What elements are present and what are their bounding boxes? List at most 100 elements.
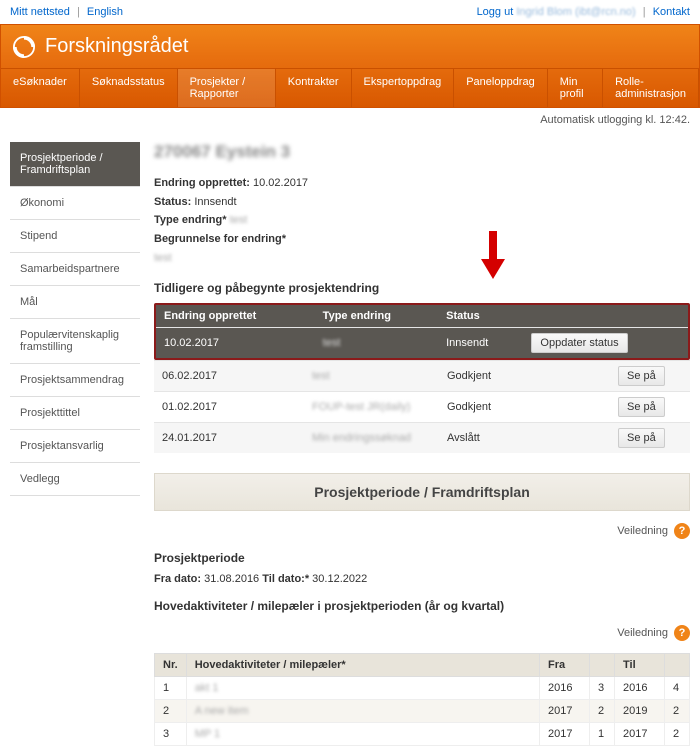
sidebar-item-sammendrag[interactable]: Prosjektsammendrag xyxy=(10,364,140,397)
link-kontakt[interactable]: Kontakt xyxy=(653,6,690,18)
col-til-y: Til xyxy=(615,654,665,677)
table-row: 2 A new item 2017 2 2019 2 xyxy=(155,700,690,723)
table-row: 06.02.2017 test Godkjent Se på xyxy=(154,361,690,392)
cell-nr: 3 xyxy=(155,723,187,746)
auto-logout-notice: Automatisk utlogging kl. 12:42. xyxy=(0,108,700,132)
cell-til-q: 2 xyxy=(665,700,690,723)
meta-endring-value: 10.02.2017 xyxy=(253,177,308,189)
sidebar-item-okonomi[interactable]: Økonomi xyxy=(10,187,140,220)
tab-soknadsstatus[interactable]: Søknadsstatus xyxy=(80,69,178,107)
fra-dato-label: Fra dato: xyxy=(154,573,201,585)
view-button[interactable]: Se på xyxy=(618,428,665,448)
cell-fra-y: 2017 xyxy=(540,700,590,723)
table-row: 1 akt 1 2016 3 2016 4 xyxy=(155,677,690,700)
table-row: 01.02.2017 FOUP-test JR(daily) Godkjent … xyxy=(154,392,690,423)
header-band: Forskningsrådet eSøknader Søknadsstatus … xyxy=(0,24,700,108)
cell-til-q: 2 xyxy=(665,723,690,746)
help-icon[interactable]: ? xyxy=(674,625,690,641)
cell-date: 01.02.2017 xyxy=(154,392,304,423)
tab-rolle-admin[interactable]: Rolle- administrasjon xyxy=(603,69,699,107)
sidebar-item-mal[interactable]: Mål xyxy=(10,286,140,319)
cell-til-y: 2017 xyxy=(615,723,665,746)
sidebar-item-prosjektperiode[interactable]: Prosjektperiode / Framdriftsplan xyxy=(10,142,140,187)
link-mitt-nettsted[interactable]: Mitt nettsted xyxy=(10,6,70,18)
milestones-title: Hovedaktiviteter / milepæler i prosjektp… xyxy=(154,599,690,613)
view-button[interactable]: Se på xyxy=(618,366,665,386)
col-status: Status xyxy=(438,305,523,328)
cell-status: Godkjent xyxy=(439,392,610,423)
meta-type-label: Type endring* xyxy=(154,214,227,226)
help-label: Veiledning xyxy=(617,627,668,639)
col-type: Type endring xyxy=(315,305,438,328)
cell-til-q: 4 xyxy=(665,677,690,700)
project-title: 270067 Eystein 3 xyxy=(154,142,690,162)
meta-status-label: Status: xyxy=(154,196,191,208)
cell-fra-y: 2016 xyxy=(540,677,590,700)
cell-status: Avslått xyxy=(439,423,610,454)
cell-date: 06.02.2017 xyxy=(154,361,304,392)
meta-type-value: test xyxy=(230,211,248,230)
cell-type: test xyxy=(323,337,341,349)
sidebar-item-samarbeidspartnere[interactable]: Samarbeidspartnere xyxy=(10,253,140,286)
milestones-table: Nr. Hovedaktiviteter / milepæler* Fra Ti… xyxy=(154,653,690,746)
period-title: Prosjektperiode xyxy=(154,551,690,565)
til-dato-label: Til dato:* xyxy=(262,573,309,585)
user-name: Ingrid Blom (ibt@rcn.no) xyxy=(516,6,635,18)
cell-status: Innsendt xyxy=(438,328,523,359)
tab-kontrakter[interactable]: Kontrakter xyxy=(276,69,352,107)
tab-paneloppdrag[interactable]: Paneloppdrag xyxy=(454,69,548,107)
til-dato-value: 30.12.2022 xyxy=(312,573,367,585)
col-fra-y: Fra xyxy=(540,654,590,677)
sidebar-item-ansvarlig[interactable]: Prosjektansvarlig xyxy=(10,430,140,463)
meta-begrunnelse-value: test xyxy=(154,249,172,268)
cell-fra-y: 2017 xyxy=(540,723,590,746)
tab-esoknader[interactable]: eSøknader xyxy=(1,69,80,107)
panel-title: Prosjektperiode / Framdriftsplan xyxy=(154,473,690,511)
table-row: 10.02.2017 test Innsendt Oppdater status xyxy=(156,328,688,359)
cell-date: 10.02.2017 xyxy=(156,328,315,359)
table-row: 24.01.2017 Min endringssøknad Avslått Se… xyxy=(154,423,690,454)
link-english[interactable]: English xyxy=(87,6,123,18)
cell-status: Godkjent xyxy=(439,361,610,392)
main-nav: eSøknader Søknadsstatus Prosjekter / Rap… xyxy=(1,68,699,107)
changes-table-rest: 06.02.2017 test Godkjent Se på 01.02.201… xyxy=(154,360,690,453)
tab-min-profil[interactable]: Min profil xyxy=(548,69,603,107)
cell-date: 24.01.2017 xyxy=(154,423,304,454)
cell-type: test xyxy=(312,370,330,382)
update-status-button[interactable]: Oppdater status xyxy=(531,333,627,353)
meta-begrunnelse-label: Begrunnelse for endring* xyxy=(154,233,286,245)
sidebar-item-vedlegg[interactable]: Vedlegg xyxy=(10,463,140,496)
callout-arrow-icon xyxy=(478,231,508,281)
sidebar: Prosjektperiode / Framdriftsplan Økonomi… xyxy=(10,142,140,746)
cell-nr: 2 xyxy=(155,700,187,723)
cell-fra-q: 1 xyxy=(590,723,615,746)
meta-endring-label: Endring opprettet: xyxy=(154,177,250,189)
cell-til-y: 2019 xyxy=(615,700,665,723)
content: 270067 Eystein 3 Endring opprettet: 10.0… xyxy=(154,142,690,746)
link-logg-ut[interactable]: Logg ut xyxy=(477,6,514,18)
col-nr: Nr. xyxy=(155,654,187,677)
help-icon[interactable]: ? xyxy=(674,523,690,539)
col-name: Hovedaktiviteter / milepæler* xyxy=(186,654,539,677)
top-bar: Mitt nettsted | English Logg ut Ingrid B… xyxy=(0,0,700,24)
tab-prosjekter-rapporter[interactable]: Prosjekter / Rapporter xyxy=(178,69,276,107)
sidebar-item-tittel[interactable]: Prosjekttittel xyxy=(10,397,140,430)
cell-type: FOUP-test JR(daily) xyxy=(312,401,410,413)
table-row: 3 MP 1 2017 1 2017 2 xyxy=(155,723,690,746)
changes-box: Endring opprettet Type endring Status 10… xyxy=(154,303,690,360)
cell-fra-q: 3 xyxy=(590,677,615,700)
cell-til-y: 2016 xyxy=(615,677,665,700)
sidebar-item-popvit[interactable]: Populærvitenskaplig framstilling xyxy=(10,319,140,364)
help-label: Veiledning xyxy=(617,525,668,537)
cell-fra-q: 2 xyxy=(590,700,615,723)
view-button[interactable]: Se på xyxy=(618,397,665,417)
sidebar-item-stipend[interactable]: Stipend xyxy=(10,220,140,253)
cell-nr: 1 xyxy=(155,677,187,700)
change-meta: Endring opprettet: 10.02.2017 Status: In… xyxy=(154,174,690,267)
changes-section-title: Tidligere og påbegynte prosjektendring xyxy=(154,281,690,295)
tab-ekspertoppdrag[interactable]: Ekspertoppdrag xyxy=(352,69,455,107)
col-date: Endring opprettet xyxy=(156,305,315,328)
meta-status-value: Innsendt xyxy=(194,196,236,208)
cell-name: akt 1 xyxy=(195,682,219,694)
cell-name: A new item xyxy=(195,705,249,717)
